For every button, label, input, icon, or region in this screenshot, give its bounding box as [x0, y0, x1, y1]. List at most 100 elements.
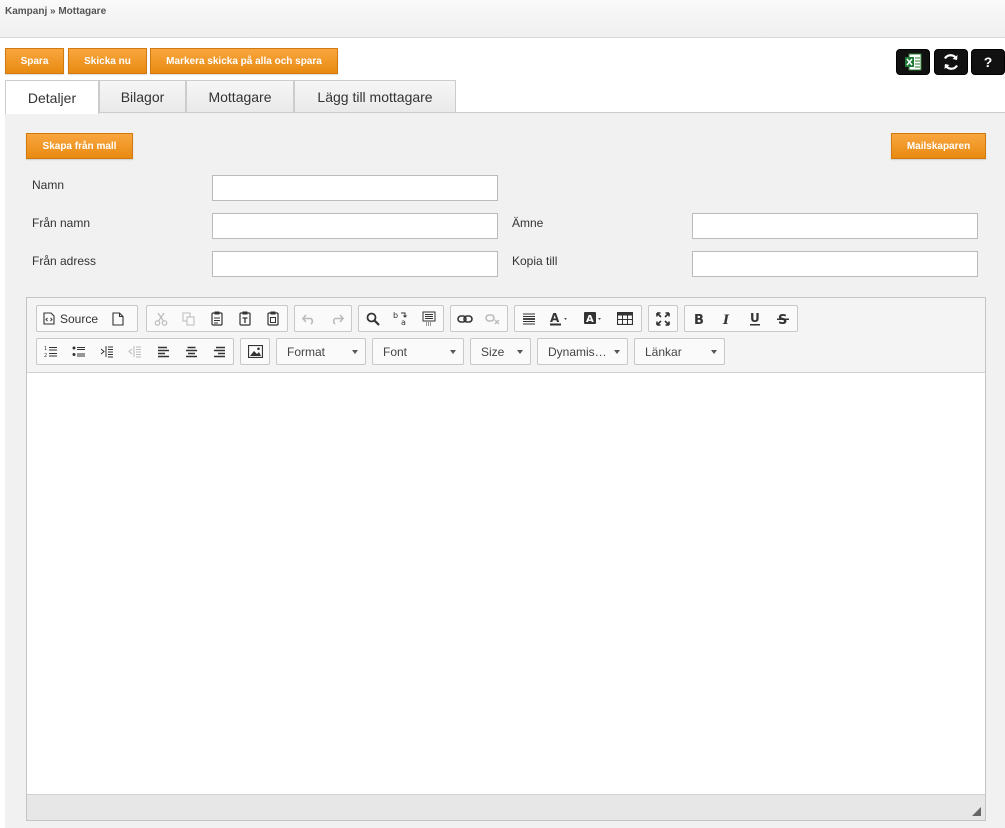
editor-content-area[interactable] [27, 373, 985, 794]
create-from-template-button[interactable]: Skapa från mall [26, 133, 133, 159]
find-button[interactable] [359, 306, 387, 331]
toolbar-group-view [648, 305, 678, 332]
tab-details[interactable]: Detaljer [5, 80, 99, 114]
outdent-icon [100, 346, 113, 358]
bulleted-list-icon [72, 346, 85, 357]
replace-button[interactable]: b a [387, 306, 415, 331]
outdent-button[interactable] [93, 339, 121, 364]
toolbar-group-image [240, 338, 270, 365]
bold-button[interactable]: B [685, 306, 713, 331]
cut-icon [154, 312, 168, 326]
links-dropdown-label: Länkar [645, 344, 682, 359]
background-color-icon: A [584, 312, 601, 325]
copy-to-label: Kopia till [512, 254, 558, 268]
paste-text-button[interactable] [231, 306, 259, 331]
svg-text:2: 2 [44, 353, 47, 358]
size-dropdown[interactable]: Size [470, 338, 531, 365]
dynamic-fields-dropdown[interactable]: Dynamis… [537, 338, 628, 365]
tab-add-recipients[interactable]: Lägg till mottagare [294, 80, 456, 113]
bulleted-list-button[interactable] [65, 339, 93, 364]
new-page-icon [112, 311, 124, 326]
select-all-button[interactable] [415, 306, 443, 331]
editor-status-bar [27, 794, 985, 820]
italic-button[interactable]: I [713, 306, 741, 331]
paste-text-icon [239, 311, 251, 326]
toolbar-group-insert: A A [514, 305, 642, 332]
unlink-icon [485, 313, 500, 324]
toolbar-group-search: b a [358, 305, 444, 332]
format-dropdown[interactable]: Format [276, 338, 366, 365]
tab-attachments[interactable]: Bilagor [99, 80, 186, 113]
svg-text:1: 1 [44, 346, 47, 352]
cut-button[interactable] [147, 306, 175, 331]
unlink-button[interactable] [479, 306, 507, 331]
link-button[interactable] [451, 306, 479, 331]
from-address-input[interactable] [212, 251, 498, 277]
chevron-down-icon [711, 350, 717, 354]
italic-icon: I [722, 313, 730, 325]
horizontal-rule-icon [523, 313, 535, 324]
refresh-button[interactable] [934, 49, 968, 75]
align-center-button[interactable] [177, 339, 205, 364]
from-name-label: Från namn [32, 216, 91, 230]
redo-icon [332, 313, 344, 325]
from-address-label: Från adress [32, 254, 97, 268]
image-button[interactable] [241, 339, 269, 364]
help-button[interactable]: ? [971, 49, 1005, 75]
excel-export-button[interactable] [896, 49, 930, 75]
paste-word-button[interactable] [259, 306, 287, 331]
numbered-list-icon: 1 2 [44, 346, 57, 358]
text-color-button[interactable]: A [543, 306, 577, 331]
undo-icon [302, 313, 314, 325]
subject-label: Ämne [512, 216, 544, 230]
source-icon [43, 312, 55, 325]
resize-handle-icon[interactable] [972, 807, 981, 816]
background-color-button[interactable]: A [577, 306, 611, 331]
horizontal-rule-button[interactable] [515, 306, 543, 331]
maximize-button[interactable] [649, 306, 677, 331]
toolbar-group-history [294, 305, 352, 332]
tab-recipients[interactable]: Mottagare [186, 80, 294, 113]
numbered-list-button[interactable]: 1 2 [37, 339, 65, 364]
redo-button[interactable] [323, 306, 351, 331]
subject-input[interactable] [692, 213, 978, 239]
indent-button[interactable] [121, 339, 149, 364]
new-page-button[interactable] [104, 306, 132, 331]
align-right-button[interactable] [205, 339, 233, 364]
font-dropdown-label: Font [383, 344, 408, 359]
from-name-input[interactable] [212, 213, 498, 239]
excel-icon [905, 53, 922, 71]
svg-text:U: U [750, 311, 760, 325]
breadcrumb: Kampanj » Mottagare [5, 6, 107, 17]
svg-text:A: A [550, 311, 560, 325]
table-icon [617, 312, 633, 325]
strikethrough-button[interactable]: S [769, 306, 797, 331]
source-button[interactable]: Source [37, 306, 104, 331]
copy-to-input[interactable] [692, 251, 978, 277]
align-left-button[interactable] [149, 339, 177, 364]
font-dropdown[interactable]: Font [372, 338, 464, 365]
format-dropdown-label: Format [287, 344, 326, 359]
svg-text:A: A [586, 314, 594, 325]
undo-button[interactable] [295, 306, 323, 331]
send-now-button[interactable]: Skicka nu [68, 48, 147, 74]
mark-send-all-button[interactable]: Markera skicka på alla och spara [150, 48, 338, 74]
toolbar-group-clipboard [146, 305, 288, 332]
align-center-icon [185, 346, 197, 357]
underline-button[interactable]: U [741, 306, 769, 331]
links-dropdown[interactable]: Länkar [634, 338, 725, 365]
link-icon [457, 314, 473, 323]
table-button[interactable] [611, 306, 639, 331]
toolbar-group-paragraph: 1 2 [36, 338, 234, 365]
name-label: Namn [32, 178, 65, 192]
save-button[interactable]: Spara [5, 48, 64, 74]
name-input[interactable] [212, 175, 498, 201]
copy-icon [182, 312, 195, 325]
paste-button[interactable] [203, 306, 231, 331]
copy-button[interactable] [175, 306, 203, 331]
svg-text:a: a [401, 318, 406, 326]
indent-icon [128, 346, 141, 358]
mail-creator-button[interactable]: Mailskaparen [891, 133, 986, 159]
chevron-down-icon [614, 350, 620, 354]
dynamic-fields-dropdown-label: Dynamis… [548, 344, 607, 359]
